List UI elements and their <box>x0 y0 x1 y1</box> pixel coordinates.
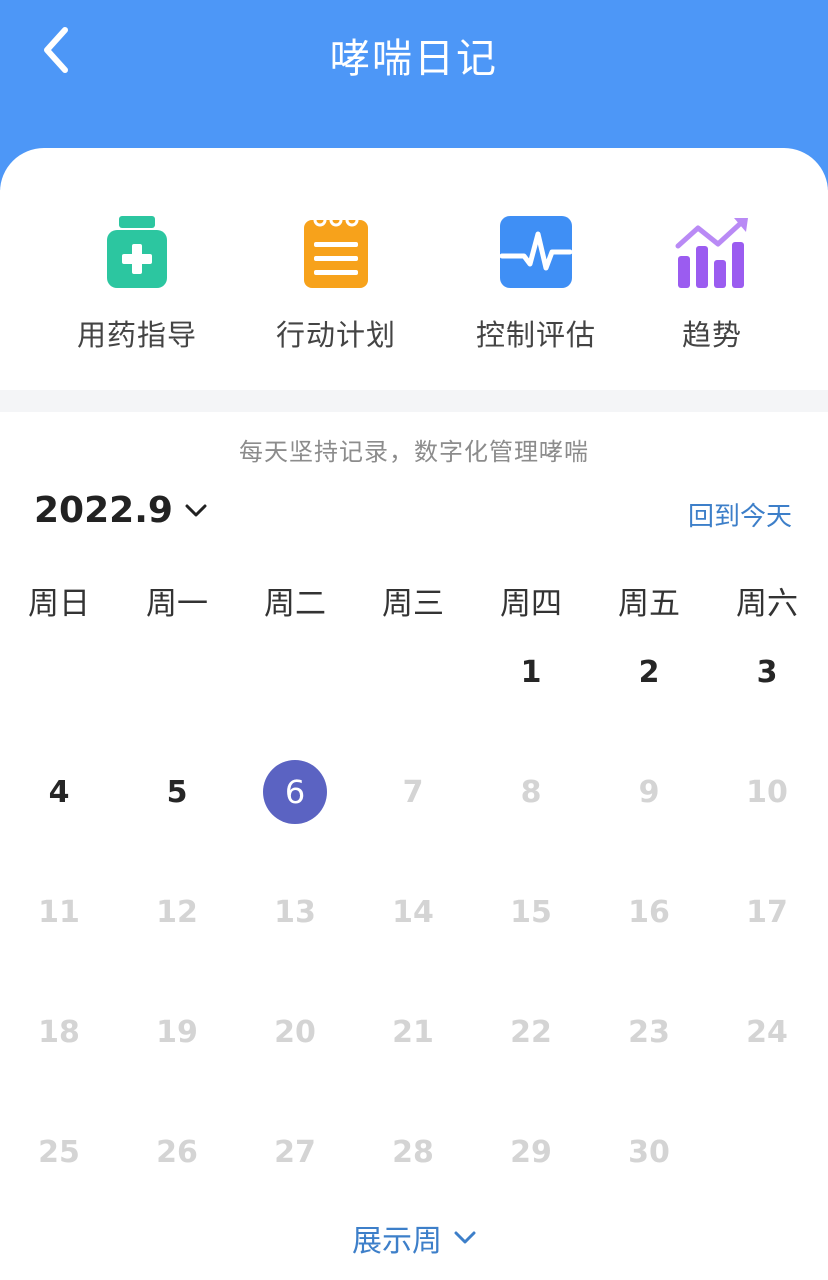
show-week-toggle[interactable]: 展示周 <box>0 1212 828 1264</box>
day-number: 16 <box>628 894 670 930</box>
calendar-day[interactable]: 5 <box>118 732 236 852</box>
calendar-card: 每天坚持记录，数字化管理哮喘 2022.9 回到今天 周日 周一 周二 周三 周… <box>0 412 828 1280</box>
calendar-day[interactable]: 21 <box>354 972 472 1092</box>
calendar-day[interactable]: 1 <box>472 612 590 732</box>
day-number: 29 <box>510 1134 552 1170</box>
month-label: 2022.9 <box>34 490 173 531</box>
day-number: 19 <box>156 1014 198 1050</box>
day-number: 14 <box>392 894 434 930</box>
day-number: 21 <box>392 1014 434 1050</box>
calendar-day[interactable]: 12 <box>118 852 236 972</box>
calendar-day[interactable]: 24 <box>708 972 826 1092</box>
trend-bars-icon <box>675 218 748 288</box>
notepad-icon <box>304 213 368 288</box>
day-number: 4 <box>48 774 70 810</box>
day-number: 7 <box>402 774 424 810</box>
calendar-day-selected[interactable]: 6 <box>236 732 354 852</box>
day-number: 10 <box>746 774 788 810</box>
calendar-day[interactable]: 28 <box>354 1092 472 1212</box>
day-number: 13 <box>274 894 316 930</box>
feature-medication-guide[interactable]: 用药指导 <box>52 212 222 354</box>
feature-label: 趋势 <box>681 318 742 352</box>
day-number: 2 <box>638 654 660 690</box>
day-number: 20 <box>274 1014 316 1050</box>
calendar-day[interactable]: 18 <box>0 972 118 1092</box>
calendar-day[interactable]: 9 <box>590 732 708 852</box>
feature-control-assessment[interactable]: 控制评估 <box>451 212 621 354</box>
calendar-day[interactable]: 22 <box>472 972 590 1092</box>
day-number: 17 <box>746 894 788 930</box>
day-number: 8 <box>520 774 542 810</box>
feature-menu: 用药指导 行动计划 控制评估 趋势 <box>0 148 828 390</box>
calendar-day[interactable]: 20 <box>236 972 354 1092</box>
day-number: 3 <box>756 654 778 690</box>
calendar-day[interactable]: 8 <box>472 732 590 852</box>
calendar-day[interactable]: 7 <box>354 732 472 852</box>
day-number: 5 <box>166 774 188 810</box>
calendar-day[interactable]: 26 <box>118 1092 236 1212</box>
day-number: 1 <box>520 654 542 690</box>
calendar-day[interactable]: 13 <box>236 852 354 972</box>
day-number: 27 <box>274 1134 316 1170</box>
day-number: 15 <box>510 894 552 930</box>
calendar-day[interactable]: 11 <box>0 852 118 972</box>
day-number: 18 <box>38 1014 80 1050</box>
day-number: 26 <box>156 1134 198 1170</box>
day-number: 23 <box>628 1014 670 1050</box>
feature-trend[interactable]: 趋势 <box>627 212 797 354</box>
chevron-down-icon <box>454 1231 476 1244</box>
calendar-day[interactable]: 29 <box>472 1092 590 1212</box>
feature-label: 行动计划 <box>275 318 396 352</box>
calendar-day[interactable]: 27 <box>236 1092 354 1212</box>
calendar-day[interactable]: 17 <box>708 852 826 972</box>
day-number: 9 <box>638 774 660 810</box>
calendar-day[interactable]: 25 <box>0 1092 118 1212</box>
day-number: 22 <box>510 1014 552 1050</box>
feature-action-plan[interactable]: 行动计划 <box>251 212 421 354</box>
medicine-bottle-icon <box>107 216 167 288</box>
day-number: 25 <box>38 1134 80 1170</box>
calendar-day[interactable]: 19 <box>118 972 236 1092</box>
day-number: 24 <box>746 1014 788 1050</box>
show-week-label: 展示周 <box>352 1224 442 1259</box>
calendar-day[interactable]: 4 <box>0 732 118 852</box>
day-number: 30 <box>628 1134 670 1170</box>
calendar-day[interactable]: 16 <box>590 852 708 972</box>
calendar-day[interactable]: 23 <box>590 972 708 1092</box>
calendar-day[interactable]: 15 <box>472 852 590 972</box>
day-number: 28 <box>392 1134 434 1170</box>
calendar-day[interactable]: 30 <box>590 1092 708 1212</box>
pulse-chart-icon <box>499 216 573 288</box>
page-title: 哮喘日记 <box>330 36 498 82</box>
calendar-day[interactable]: 3 <box>708 612 826 732</box>
month-picker[interactable]: 2022.9 <box>34 490 207 531</box>
day-number: 12 <box>156 894 198 930</box>
feature-label: 用药指导 <box>76 318 197 352</box>
calendar-day[interactable]: 14 <box>354 852 472 972</box>
slogan-text: 每天坚持记录，数字化管理哮喘 <box>239 438 589 466</box>
day-number: 6 <box>263 760 327 824</box>
calendar-day[interactable]: 2 <box>590 612 708 732</box>
calendar-grid: 1 2 3 4 5 6 7 8 9 10 11 12 13 14 15 16 17 18 19 20 21 22 23 24 2… <box>0 612 828 1212</box>
chevron-down-icon <box>185 504 207 516</box>
feature-label: 控制评估 <box>475 318 596 352</box>
day-number: 11 <box>38 894 80 930</box>
back-to-today-button[interactable]: 回到今天 <box>688 496 792 533</box>
calendar-day[interactable]: 10 <box>708 732 826 852</box>
